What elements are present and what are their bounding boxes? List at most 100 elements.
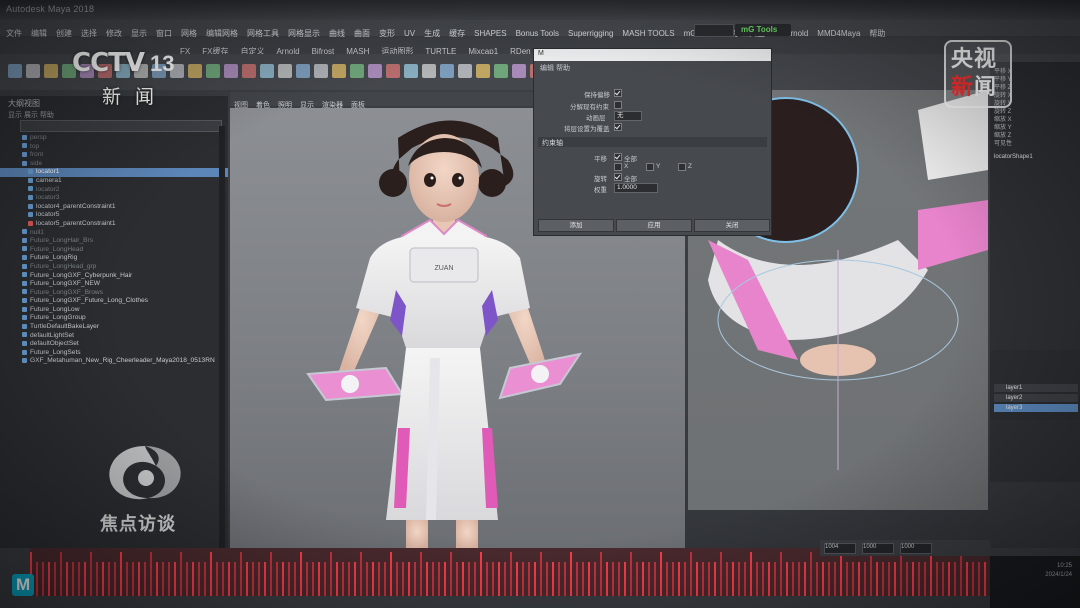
outliner-item[interactable]: persp [0,134,228,143]
translate-z-checkbox[interactable] [678,163,686,171]
outliner-item[interactable]: Future_LongLow [0,306,228,315]
shelf-tool-icon[interactable] [476,64,490,78]
range-start-field[interactable]: 1004 [824,543,856,554]
time-slider[interactable] [0,548,1080,608]
shelf-tool-icon[interactable] [440,64,454,78]
layer-row[interactable]: layer1 [994,384,1078,392]
menu-item[interactable]: 曲面 [354,29,370,38]
outliner-item[interactable]: side [0,160,228,169]
menu-item[interactable]: 变形 [379,29,395,38]
shelf-tool-icon[interactable] [26,64,40,78]
menu-item[interactable]: Superrigging [568,29,613,38]
menu-item[interactable]: Bonus Tools [516,29,559,38]
outliner-item[interactable]: Future_LongHead_grp [0,263,228,272]
keep-offset-checkbox[interactable] [614,89,622,97]
outliner-item[interactable]: top [0,143,228,152]
outliner-item[interactable]: camera1 [0,177,228,186]
shelf-tool-icon[interactable] [296,64,310,78]
shelf-tool-icon[interactable] [422,64,436,78]
menu-item[interactable]: 编辑 [31,29,47,38]
menu-item[interactable]: 帮助 [869,29,885,38]
outliner-item[interactable]: Future_LongGXF_NEW [0,280,228,289]
outliner-item[interactable]: TurtleDefaultBakeLayer [0,323,228,332]
menu-item[interactable]: 缓存 [449,29,465,38]
outliner-item[interactable]: Future_LongRig [0,254,228,263]
menu-item[interactable]: 网格 [181,29,197,38]
menu-item[interactable]: SHAPES [474,29,506,38]
menu-item[interactable]: MMD4Maya [817,29,860,38]
close-button[interactable]: 关闭 [694,219,770,232]
shelf-tool-icon[interactable] [458,64,472,78]
outliner-item[interactable]: locator1 [0,168,228,177]
menu-item[interactable]: 选择 [81,29,97,38]
shelf-tool-icon[interactable] [188,64,202,78]
anim-layer-select[interactable]: 无 [614,111,642,121]
rotate-all-checkbox[interactable] [614,173,622,181]
outliner-item[interactable]: locator2 [0,186,228,195]
shelf-tool-icon[interactable] [242,64,256,78]
menu-item[interactable]: 网格工具 [247,29,279,38]
shelf-tool-icon[interactable] [332,64,346,78]
channel-row[interactable]: 可见性 [994,138,1012,147]
outliner-item[interactable]: locator4_parentConstraint1 [0,203,228,212]
maya-taskbar-icon[interactable]: M [12,574,34,596]
outliner-item[interactable]: Future_LongGXF_Cyberpunk_Hair [0,272,228,281]
shelf-tool-icon[interactable] [404,64,418,78]
shelf-tool-icon[interactable] [8,64,22,78]
outliner-item[interactable]: locator5 [0,211,228,220]
override-layer-checkbox[interactable] [614,123,622,131]
menu-item[interactable]: 创建 [56,29,72,38]
search-input[interactable] [694,24,734,37]
constraint-axes-section[interactable]: 约束轴 [538,137,767,147]
outliner-item[interactable]: Future_LongGroup [0,314,228,323]
outliner-item[interactable]: Future_LongHead [0,246,228,255]
outliner-item[interactable]: front [0,151,228,160]
outliner-item[interactable]: locator3 [0,194,228,203]
outliner-item[interactable]: Future_LongSets [0,349,228,358]
shelf-tool-icon[interactable] [368,64,382,78]
apply-button[interactable]: 应用 [616,219,692,232]
menu-item[interactable]: 编辑网格 [206,29,238,38]
shelf-tool-icon[interactable] [314,64,328,78]
add-button[interactable]: 添加 [538,219,614,232]
menu-item[interactable]: MASH TOOLS [622,29,674,38]
shelf-tool-icon[interactable] [44,64,58,78]
range-end-field[interactable]: 1000 [862,543,894,554]
shelf-tool-icon[interactable] [494,64,508,78]
outliner-scrollbar[interactable] [219,126,225,566]
menu-item[interactable]: 窗口 [156,29,172,38]
translate-y-checkbox[interactable] [646,163,654,171]
shelf-tool-icon[interactable] [224,64,238,78]
outliner-item[interactable]: Future_LongHair_Brs [0,237,228,246]
layer-row[interactable]: layer3 [994,404,1078,412]
layer-row[interactable]: layer2 [994,394,1078,402]
shelf-tool-icon[interactable] [512,64,526,78]
menu-item[interactable]: 曲线 [329,29,345,38]
shelf-tool-icon[interactable] [206,64,220,78]
node-type-icon [22,280,27,286]
shelf-tool-icon[interactable] [260,64,274,78]
menu-item[interactable]: 显示 [131,29,147,38]
outliner-search-input[interactable] [20,120,222,132]
menu-item[interactable]: 修改 [106,29,122,38]
menu-item[interactable]: 文件 [6,29,22,38]
outliner-item[interactable]: Future_LongGXF_Brows [0,289,228,298]
outliner-item[interactable]: defaultObjectSet [0,340,228,349]
translate-x-checkbox[interactable] [614,163,622,171]
shelf-tool-icon[interactable] [350,64,364,78]
shelf-tool-icon[interactable] [278,64,292,78]
weight-input[interactable]: 1.0000 [614,183,658,193]
mg-tools-button[interactable]: mG Tools [735,24,791,36]
menu-item[interactable]: 网格显示 [288,29,320,38]
shelf-tool-icon[interactable] [386,64,400,78]
remove-existing-checkbox[interactable] [614,101,622,109]
outliner-item[interactable]: locator5_parentConstraint1 [0,220,228,229]
translate-all-checkbox[interactable] [614,153,622,161]
current-frame-field[interactable]: 1000 [900,543,932,554]
outliner-item[interactable]: Future_LongGXF_Future_Long_Clothes [0,297,228,306]
menu-item[interactable]: 生成 [424,29,440,38]
outliner-item[interactable]: GXF_Metahuman_New_Rig_Cheerleader_Maya20… [0,357,228,366]
outliner-item[interactable]: defaultLightSet [0,332,228,341]
outliner-item[interactable]: null1 [0,229,228,238]
menu-item[interactable]: UV [404,29,415,38]
